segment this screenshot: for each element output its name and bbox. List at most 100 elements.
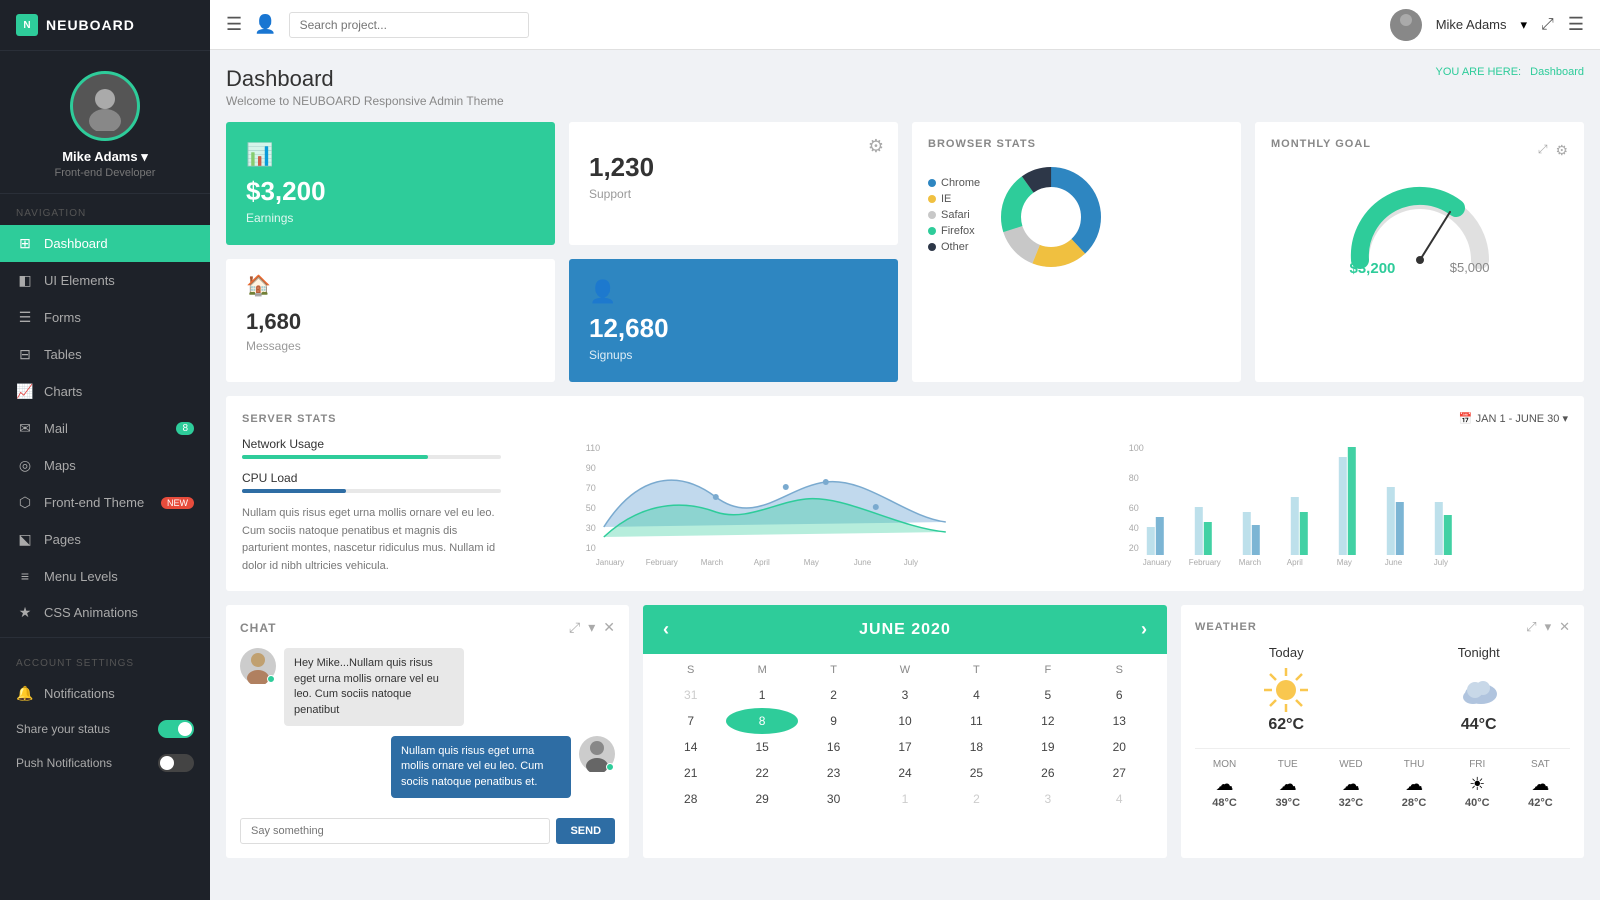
forecast-sat-label: SAT (1531, 759, 1550, 770)
sidebar-item-tables[interactable]: ⊟ Tables (0, 336, 210, 373)
cal-day-3-next[interactable]: 3 (1012, 786, 1083, 812)
cal-day-5[interactable]: 5 (1012, 682, 1083, 708)
forecast-mon-temp: 48°C (1212, 797, 1237, 809)
cal-day-22[interactable]: 22 (726, 760, 797, 786)
cal-day-10[interactable]: 10 (869, 708, 940, 734)
date-range[interactable]: 📅 JAN 1 - JUNE 30 ▾ (1459, 412, 1568, 425)
sidebar-item-pages[interactable]: ⬕ Pages (0, 521, 210, 558)
cal-day-7[interactable]: 7 (655, 708, 726, 734)
forecast-mon: MON ☁ 48°C (1195, 759, 1254, 809)
share-status-row: Share your status (0, 712, 210, 746)
signups-icon: 👤 (589, 279, 878, 305)
cal-day-15[interactable]: 15 (726, 734, 797, 760)
cal-day-24[interactable]: 24 (869, 760, 940, 786)
chat-input-row: SEND (240, 818, 615, 844)
sidebar-item-mail[interactable]: ✉ Mail 8 (0, 410, 210, 447)
sidebar-item-notifications[interactable]: 🔔 Notifications (0, 675, 210, 712)
search-box (289, 12, 529, 38)
goal-expand-icon[interactable]: ⤢ (1538, 142, 1548, 159)
progress-section: Network Usage CPU Load Nullam quis risus… (242, 437, 501, 575)
cal-prev-button[interactable]: ‹ (663, 619, 669, 640)
cal-day-13[interactable]: 13 (1084, 708, 1155, 734)
expand-icon[interactable]: ⤢ (1541, 16, 1554, 34)
cpu-progress-bg (242, 489, 501, 493)
cal-day-2-next[interactable]: 2 (941, 786, 1012, 812)
sidebar-item-frontend-theme[interactable]: ⬡ Front-end Theme NEW (0, 484, 210, 521)
cal-day-14[interactable]: 14 (655, 734, 726, 760)
notifications-icon: 🔔 (16, 685, 34, 702)
share-status-toggle[interactable] (158, 720, 194, 738)
person-icon[interactable]: 👤 (254, 14, 276, 35)
sidebar-profile: Mike Adams ▾ Front-end Developer (0, 51, 210, 194)
cal-day-3[interactable]: 3 (869, 682, 940, 708)
cal-day-23[interactable]: 23 (798, 760, 869, 786)
forecast-thu: THU ☁ 28°C (1384, 759, 1443, 809)
cal-day-16[interactable]: 16 (798, 734, 869, 760)
sidebar-item-css-animations[interactable]: ★ CSS Animations (0, 594, 210, 631)
server-description: Nullam quis risus eget urna mollis ornar… (242, 505, 501, 575)
sidebar-item-maps[interactable]: ◎ Maps (0, 447, 210, 484)
weather-expand-icon[interactable]: ⤢ (1526, 619, 1536, 635)
weather-close-icon[interactable]: ✕ (1559, 619, 1570, 635)
sidebar-item-forms[interactable]: ☰ Forms (0, 299, 210, 336)
cal-day-12[interactable]: 12 (1012, 708, 1083, 734)
cal-day-18[interactable]: 18 (941, 734, 1012, 760)
cal-day-27[interactable]: 27 (1084, 760, 1155, 786)
cal-day-30[interactable]: 30 (798, 786, 869, 812)
sidebar-item-label: Pages (44, 532, 81, 547)
sidebar-username[interactable]: Mike Adams ▾ (62, 149, 148, 165)
goal-gear-icon[interactable]: ⚙ (1555, 142, 1568, 159)
topbar-dropdown-arrow[interactable]: ▾ (1521, 17, 1528, 33)
cal-day-4[interactable]: 4 (941, 682, 1012, 708)
weather-main: Today 62°C (1195, 645, 1570, 734)
svg-text:10: 10 (586, 543, 596, 553)
cal-day-4-next[interactable]: 4 (1084, 786, 1155, 812)
sidebar-item-menu-levels[interactable]: ≡ Menu Levels (0, 558, 210, 594)
cal-day-6[interactable]: 6 (1084, 682, 1155, 708)
legend-ie: IE (928, 193, 980, 205)
cal-day-9[interactable]: 9 (798, 708, 869, 734)
sidebar-item-label: Front-end Theme (44, 495, 144, 510)
cal-day-26[interactable]: 26 (1012, 760, 1083, 786)
chat-minimize-icon[interactable]: ▾ (588, 619, 595, 636)
nav-section-label: NAVIGATION (0, 194, 210, 225)
chat-input[interactable] (240, 818, 550, 844)
cal-day-1[interactable]: 1 (726, 682, 797, 708)
cal-day-28[interactable]: 28 (655, 786, 726, 812)
cpu-progress-fill (242, 489, 346, 493)
cal-day-17[interactable]: 17 (869, 734, 940, 760)
cal-day-29[interactable]: 29 (726, 786, 797, 812)
search-input[interactable] (289, 12, 529, 38)
weather-card: WEATHER ⤢ ▾ ✕ Today (1181, 605, 1584, 858)
sidebar-item-label: CSS Animations (44, 605, 138, 620)
chat-send-button[interactable]: SEND (556, 818, 615, 844)
cal-day-1-next[interactable]: 1 (869, 786, 940, 812)
network-label: Network Usage (242, 437, 501, 451)
forecast-sat-temp: 42°C (1528, 797, 1553, 809)
chat-close-icon[interactable]: ✕ (603, 619, 615, 636)
ie-label: IE (941, 193, 951, 205)
messages-label: Messages (246, 339, 535, 353)
page-header-left: Dashboard Welcome to NEUBOARD Responsive… (226, 66, 504, 108)
cal-next-button[interactable]: › (1141, 619, 1147, 640)
cal-day-2[interactable]: 2 (798, 682, 869, 708)
sidebar-item-ui-elements[interactable]: ◧ UI Elements (0, 262, 210, 299)
chat-expand-icon[interactable]: ⤢ (569, 619, 580, 636)
day-t1: T (798, 664, 869, 676)
sidebar-item-label: Mail (44, 421, 68, 436)
cal-day-31-prev[interactable]: 31 (655, 682, 726, 708)
push-notifications-toggle[interactable] (158, 754, 194, 772)
hamburger-icon[interactable]: ☰ (226, 14, 242, 35)
sidebar-item-dashboard[interactable]: ⊞ Dashboard (0, 225, 210, 262)
cal-day-21[interactable]: 21 (655, 760, 726, 786)
sidebar-item-charts[interactable]: 📈 Charts (0, 373, 210, 410)
cal-day-25[interactable]: 25 (941, 760, 1012, 786)
weather-minimize-icon[interactable]: ▾ (1545, 619, 1552, 635)
cal-day-11[interactable]: 11 (941, 708, 1012, 734)
chat-avatar-outgoing (579, 736, 615, 772)
topbar-menu-icon[interactable]: ☰ (1568, 14, 1584, 35)
cal-day-19[interactable]: 19 (1012, 734, 1083, 760)
cal-day-20[interactable]: 20 (1084, 734, 1155, 760)
cal-day-8-today[interactable]: 8 (726, 708, 797, 734)
cloud-icon (1453, 664, 1505, 716)
